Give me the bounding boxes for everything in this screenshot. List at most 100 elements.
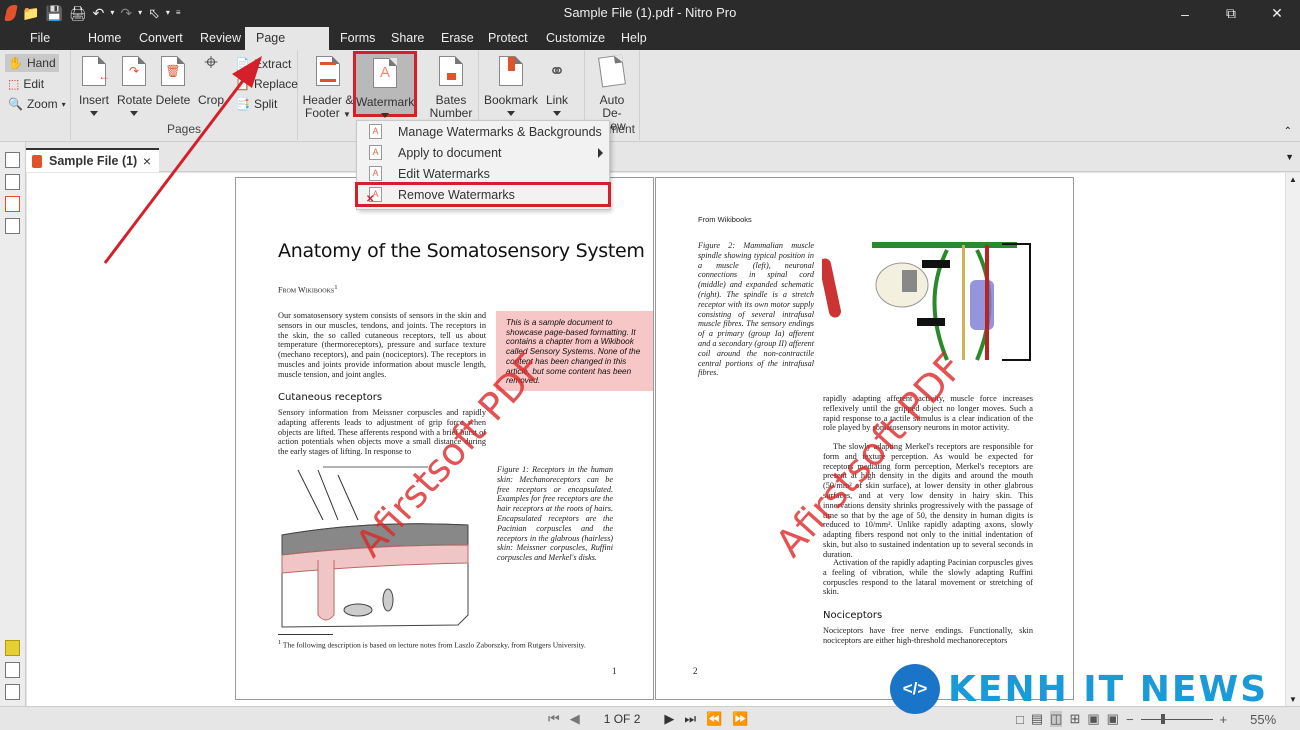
tab-customize[interactable]: Customize [535,27,616,50]
close-tab-icon[interactable]: × [143,153,151,169]
edit-watermark-icon: A [369,166,382,181]
figure-2-caption: Figure 2: Mammalian muscle spindle showi… [698,241,814,378]
insert-pages-icon: ← [80,56,110,88]
remove-watermark-icon: A ✕ [366,187,382,205]
title-bar: 📁 💾 🖨 ↶ ▾ ↷ ▾ ⬁ ▾ ≡ Sample File (1).pdf … [0,0,1300,27]
search-panel-icon[interactable] [5,174,20,190]
ribbon: ✋ Hand ⬚ Edit 🔍 Zoom ▾ ← Insert ↷ Rotate 🗑 D… [0,50,1300,142]
watermark-button[interactable]: A Watermark [353,51,417,118]
tab-list-dropdown-icon[interactable]: ▼ [1285,152,1294,162]
paragraph-3: Activation of the rapidly adapting Pacin… [823,558,1033,597]
bookmarks-panel-icon[interactable] [5,196,20,212]
attachments-panel-icon[interactable] [5,662,20,678]
scroll-down-icon[interactable]: ▼ [1289,695,1297,704]
footnote: 1 The following description is based on … [278,639,586,650]
header-footer-button[interactable]: Header & Footer ▼ [302,56,354,121]
paragraph-1: rapidly adapting afferent activity, musc… [823,394,1033,433]
restore-button[interactable]: ⧉ [1208,0,1254,27]
page-navigation: ⏮ ◀ 1 OF 2 ▶ ⏭ ⏪ ⏩ [548,711,748,727]
watermark-icon: A [371,58,399,90]
manage-watermarks-icon: A [369,124,382,139]
document-tab[interactable]: Sample File (1) × [26,148,159,172]
previous-page-icon[interactable]: ◀ [570,711,580,727]
pages-panel-icon[interactable] [5,152,20,168]
pdf-page-2: From Wikibooks Figure 2: Mammalian muscl… [655,177,1074,700]
rotate-button[interactable]: ↷ Rotate [117,56,152,116]
next-view-icon[interactable]: ⏩ [732,711,748,727]
brand-text: KENH IT NEWS [948,668,1269,710]
insert-button[interactable]: ← Insert [77,56,111,116]
page-header: From Wikibooks [698,215,752,224]
delete-page-icon: 🗑 [159,56,187,88]
ribbon-tabs: File Home Convert Review Page Layout For… [0,27,1300,68]
tab-review[interactable]: Review [189,27,252,50]
menu-item-apply-to-document[interactable]: A Apply to document [357,142,609,163]
vertical-scrollbar[interactable]: ▲ ▼ [1285,173,1300,706]
comments-panel-icon[interactable] [5,640,20,656]
tab-forms[interactable]: Forms [329,27,386,50]
header-footer-icon [314,56,342,88]
extract-button[interactable]: 📄 Extract [235,55,291,73]
zoom-tool-button[interactable]: 🔍 Zoom ▾ [8,95,66,113]
watermark-dropdown-menu: A Manage Watermarks & Backgrounds A Appl… [355,120,611,210]
page-indicator[interactable]: 1 OF 2 [604,712,641,726]
bookmark-button[interactable]: Bookmark [483,56,539,116]
code-brackets-icon: </> [890,664,940,714]
minimize-button[interactable]: – [1162,0,1208,27]
crop-icon: ⌖ [204,49,218,76]
tab-file[interactable]: File [19,27,61,50]
link-icon: ⚭ [548,61,566,83]
collapse-ribbon-icon[interactable]: ⌃ [1284,126,1292,137]
delete-button[interactable]: 🗑 Delete [155,56,191,107]
deskew-icon [598,54,626,88]
section-paragraph: Sensory information from Meissner corpus… [278,408,486,457]
split-icon: 📑 [235,97,250,111]
next-page-icon[interactable]: ▶ [664,711,674,727]
skin-receptors-figure [281,466,469,628]
nociceptors-paragraph: Nociceptors have free nerve endings. Fun… [823,626,1033,645]
page-number: 1 [612,666,617,676]
tab-protect[interactable]: Protect [477,27,539,50]
bates-number-icon [437,56,465,88]
brand-overlay: </> KENH IT NEWS [890,664,1268,714]
replace-button[interactable]: 📋 Replace [235,75,298,93]
rotate-icon: ↷ [120,56,148,88]
output-panel-icon[interactable] [5,684,20,700]
pdf-file-icon [32,154,42,168]
link-button[interactable]: ⚭ Link [541,56,573,116]
close-button[interactable]: ✕ [1254,0,1300,27]
security-panel-icon[interactable] [5,218,20,234]
left-panel-bar [0,142,26,708]
menu-item-manage-watermarks[interactable]: A Manage Watermarks & Backgrounds [357,121,609,142]
edit-tool-button[interactable]: ⬚ Edit [8,75,44,93]
menu-item-edit-watermarks[interactable]: A Edit Watermarks [357,163,609,184]
tab-help[interactable]: Help [610,27,658,50]
tab-home[interactable]: Home [77,27,132,50]
previous-view-icon[interactable]: ⏪ [706,711,722,727]
tab-share[interactable]: Share [380,27,435,50]
document-title: Anatomy of the Somatosensory System [278,240,645,262]
last-page-icon[interactable]: ⏭ [684,711,696,727]
page-number: 2 [693,666,698,676]
tab-convert[interactable]: Convert [128,27,194,50]
crop-button[interactable]: ⌖ Crop [197,49,225,107]
pages-group: ← Insert ↷ Rotate 🗑 Delete ⌖ Crop 📄 Extra… [71,50,298,140]
bookmark-icon [497,56,525,88]
nociceptors-heading: Nociceptors [823,610,883,621]
zoom-icon: 🔍 [8,97,23,111]
pages-group-label: Pages [166,122,202,136]
first-page-icon[interactable]: ⏮ [548,711,560,727]
menu-item-remove-watermarks[interactable]: A ✕ Remove Watermarks [355,182,611,207]
intro-paragraph: Our somatosensory system consists of sen… [278,311,486,379]
edit-icon: ⬚ [8,77,20,91]
document-tabs: Sample File (1) × ▼ [26,142,1300,172]
hand-tool-button[interactable]: ✋ Hand [5,54,59,72]
tab-page-layout[interactable]: Page Layout [245,27,329,68]
scroll-up-icon[interactable]: ▲ [1289,175,1297,184]
split-button[interactable]: 📑 Split [235,95,277,113]
source-line: From Wikibooks1 [278,284,338,295]
apply-watermark-icon: A [369,145,382,160]
zoom-slider[interactable] [1140,713,1213,725]
section-heading: Cutaneous receptors [278,392,383,403]
hand-icon: ✋ [8,56,23,70]
